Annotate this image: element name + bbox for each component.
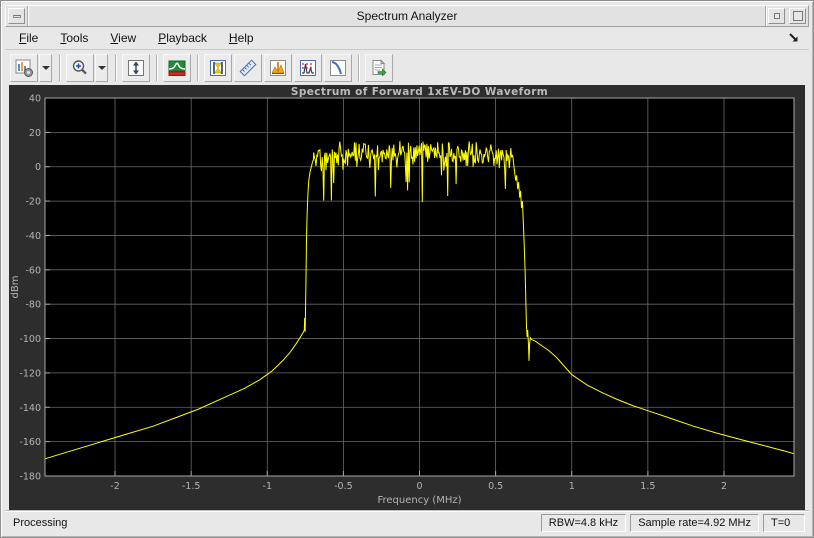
menu-bar: File Tools View Playback Help [5,27,809,50]
y-tick-label: -120 [19,368,41,379]
y-tick-label: -80 [25,300,41,311]
ccdf-measurements-icon [330,59,346,76]
status-message: Processing [13,517,68,529]
y-tick-label: 0 [35,162,41,173]
autoscale-y-icon [128,59,144,76]
chevron-down-icon [41,65,50,70]
x-tick-label: 2 [721,481,727,492]
ruler-icon [239,59,257,76]
titlebar-divider [765,6,766,26]
y-tick-label: 40 [29,94,41,105]
title-bar: Spectrum Analyzer [5,5,809,27]
y-tick-label: 20 [29,128,41,139]
scope-settings-icon [15,59,33,77]
x-tick-label: -0.5 [334,481,353,492]
spectrum-analyzer-window: Spectrum Analyzer File Tools View Playba… [0,0,814,538]
y-tick-label: -20 [25,197,41,208]
menu-playback[interactable]: Playback [150,28,215,48]
x-tick-label: 0 [416,481,422,492]
spectrum-plot[interactable]: -2 -1.5 -1 -0.5 0 0.5 1 1.5 2 40 20 0 -20 -40 -60 -80 -1… [9,85,805,510]
toolbar-separator [59,54,60,81]
peak-finder-icon [270,59,286,76]
cursor-measurements-icon [210,59,226,76]
status-bar: Processing RBW=4.8 kHz Sample rate=4.92 … [5,510,809,535]
window-title: Spectrum Analyzer [356,9,458,23]
figure-area: -2 -1.5 -1 -0.5 0 0.5 1 1.5 2 40 20 0 -20 -40 -60 -80 -1… [9,85,805,510]
plot-title: Spectrum of Forward 1xEV-DO Waveform [291,86,548,98]
sample-rate-readout: Sample rate=4.92 MHz [630,514,759,532]
x-tick-label: -2 [110,481,119,492]
window-menu-icon [12,14,21,18]
x-axis-label: Frequency (MHz) [377,495,461,506]
signal-statistics-button[interactable] [234,53,262,82]
toolbar-separator [197,54,198,81]
x-tick-label: 1 [569,481,575,492]
maximize-button[interactable] [789,8,806,24]
y-axis-label: dBm [10,276,21,299]
autoscale-y-button[interactable] [122,53,150,82]
dock-arrow-icon[interactable] [787,31,801,45]
x-tick-label: 0.5 [488,481,503,492]
y-tick-label: -40 [25,231,41,242]
export-button[interactable] [365,53,393,82]
cursor-measurements-button[interactable] [204,53,232,82]
chevron-down-icon [97,65,106,70]
ccdf-measurements-button[interactable] [324,53,352,82]
y-tick-label: -60 [25,265,41,276]
y-tick-label: -140 [19,403,41,414]
spectrum-settings-button[interactable] [163,53,191,82]
y-tick-label: -160 [19,437,41,448]
toolbar [5,50,809,85]
minimize-button[interactable] [768,8,785,24]
toolbar-separator [358,54,359,81]
menu-help[interactable]: Help [221,28,262,48]
zoom-in-icon [72,59,87,74]
toolbar-separator [115,54,116,81]
x-tick-label: 1.5 [640,481,655,492]
minimize-icon [773,13,780,19]
x-tick-label: -1.5 [182,481,201,492]
peak-finder-button[interactable] [264,53,292,82]
rbw-readout: RBW=4.8 kHz [540,514,627,532]
zoom-in-dropdown[interactable] [95,53,108,82]
x-tick-label: -1 [263,481,272,492]
titlebar-divider [27,6,28,26]
toolbar-separator [156,54,157,81]
maximize-icon [792,11,803,21]
zoom-in-button[interactable] [66,53,94,82]
export-icon [372,58,387,76]
y-tick-label: -100 [19,334,41,345]
menu-view[interactable]: View [102,28,144,48]
menu-tools[interactable]: Tools [52,28,96,48]
distortion-measurements-icon [300,59,316,76]
window-menu-button[interactable] [8,8,25,24]
spectrum-settings-icon [168,60,186,76]
scope-options-dropdown[interactable] [39,53,52,82]
y-tick-label: -180 [19,472,41,483]
distortion-measurements-button[interactable] [294,53,322,82]
menu-file[interactable]: File [11,28,46,48]
time-readout: T=0 [763,514,805,532]
scope-options-button[interactable] [10,53,38,82]
